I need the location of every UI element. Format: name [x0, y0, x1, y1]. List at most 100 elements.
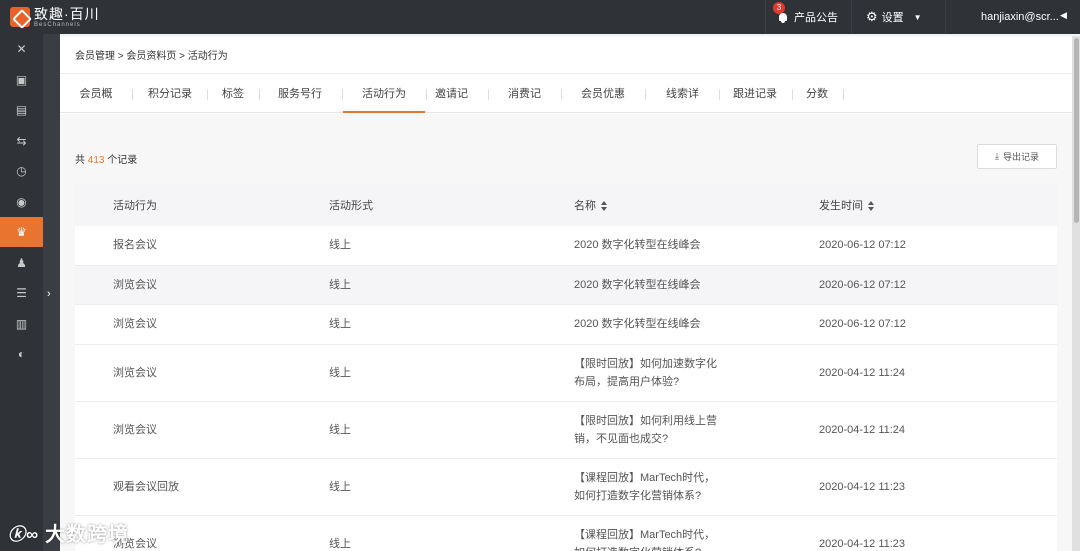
- user-email: hanjiaxin@scr...: [981, 11, 1059, 23]
- announcements-button[interactable]: 产品公告: [778, 0, 838, 34]
- target-icon: ◉: [16, 194, 27, 209]
- document-icon: ▤: [15, 103, 28, 117]
- monitor-icon: ▣: [15, 72, 28, 87]
- watermark-text: 大数跨境: [45, 523, 130, 546]
- tab-divider: [207, 89, 208, 100]
- download-icon: ⤓: [995, 151, 999, 161]
- nav-item-target[interactable]: ◉: [0, 187, 43, 217]
- table-row[interactable]: 浏览会议线上【课程回放】MarTech时代，如何打造数字化营销体系?2020-0…: [75, 515, 1057, 551]
- tab-bar: 会员概况积分记录标签服务号行为活动行为邀请记录消费记录会员优惠券线索详情跟进记录…: [60, 73, 1072, 140]
- sort-icon[interactable]: [601, 201, 608, 212]
- logo-mark-icon: [10, 7, 30, 27]
- nav-item-crown[interactable]: ♛: [0, 217, 43, 247]
- palette-icon: ◐: [17, 347, 26, 361]
- expand-right-icon[interactable]: ›: [47, 288, 51, 300]
- nav-item-document[interactable]: ▤: [0, 95, 43, 125]
- clock-icon: ◷: [16, 164, 27, 178]
- cell-form: 线上: [291, 458, 536, 516]
- tab-8[interactable]: 线索详情: [661, 74, 704, 140]
- app-logo[interactable]: 致趣·百川 BesChannels: [10, 6, 100, 28]
- tab-6[interactable]: 消费记录: [503, 74, 546, 140]
- collapse-left-icon[interactable]: ◀: [1060, 10, 1067, 21]
- content-area: 共 413 个记录 ⤓ 导出记录 活动行为 活动形式 名称 发生时间 报名会议线…: [60, 114, 1072, 551]
- cell-name: 2020 数字化转型在线峰会: [536, 265, 781, 305]
- tab-1[interactable]: 积分记录: [148, 74, 192, 113]
- cell-time: 2020-04-12 11:23: [781, 458, 1057, 516]
- cell-name: 2020 数字化转型在线峰会: [536, 226, 781, 266]
- column-header-time[interactable]: 发生时间: [781, 184, 1057, 226]
- tab-divider: [645, 89, 646, 100]
- table-row[interactable]: 浏览会议 线上 【限时回放】如何利用线上营销，不见面也成交? 2020-04-12 1…: [75, 401, 1057, 459]
- cell-time: 2020-06-12 07:12: [781, 226, 1057, 266]
- table-row[interactable]: 报名会议 线上 2020 数字化转型在线峰会 2020-06-12 07:12: [75, 226, 1057, 266]
- bar-chart-icon: ▥: [15, 316, 28, 331]
- table-row[interactable]: 浏览会议 线上 【限时回放】如何加速数字化布局，提高用户体验? 2020-04-12 …: [75, 344, 1057, 402]
- tab-7[interactable]: 会员优惠券: [576, 74, 630, 140]
- nav-item-database[interactable]: ☰: [0, 278, 43, 308]
- nav-item-users[interactable]: ♟: [0, 248, 43, 278]
- announcements-label: 产品公告: [794, 12, 838, 24]
- activity-table: 活动行为 活动形式 名称 发生时间 报名会议 线上 2020 数字化转型在线峰会 20…: [75, 184, 1057, 551]
- cell-name: 【限时回放】如何加速数字化布局，提高用户体验?: [536, 344, 781, 402]
- record-count-number: 413: [87, 155, 105, 166]
- cell-form: 线上: [291, 401, 536, 459]
- watermark-logo-icon: ⓚ∞: [8, 524, 40, 544]
- cell-time: 2020-04-12 11:24: [781, 401, 1057, 459]
- nav-item-flow[interactable]: ⇆: [0, 126, 43, 156]
- record-count-prefix: 共: [75, 155, 85, 166]
- tab-10[interactable]: 分数: [806, 74, 828, 113]
- tab-9[interactable]: 跟进记录: [733, 74, 777, 113]
- cell-time: 2020-04-12 11:24: [781, 344, 1057, 402]
- tab-divider: [792, 89, 793, 100]
- tab-4[interactable]: 活动行为: [343, 74, 425, 113]
- gear-icon: ⚙: [866, 9, 878, 24]
- tab-divider: [719, 89, 720, 100]
- cell-form: 线上: [291, 515, 536, 551]
- scrollbar-thumb[interactable]: [1074, 38, 1079, 223]
- cell-name: 【课程回放】MarTech时代，如何打造数字化营销体系?: [536, 515, 781, 551]
- crown-icon: ♛: [16, 225, 27, 239]
- column-header-action: 活动行为: [75, 184, 291, 226]
- table-row[interactable]: 浏览会议 线上 2020 数字化转型在线峰会 2020-06-12 07:12: [75, 265, 1057, 305]
- cell-form: 线上: [291, 265, 536, 305]
- breadcrumb: 会员管理 > 会员资料页 > 活动行为: [75, 51, 228, 62]
- cell-action: 浏览会议: [75, 265, 291, 305]
- side-nav: ✕ ▣ ▤ ⇆ ◷ ◉ ♛ ♟ ☰ ▥ ◐: [0, 34, 43, 551]
- export-records-button[interactable]: ⤓ 导出记录: [977, 144, 1057, 169]
- settings-dropdown[interactable]: ⚙ 设置 ▼: [866, 0, 922, 34]
- nav-item-bar-chart[interactable]: ▥: [0, 309, 43, 339]
- table-row[interactable]: 浏览会议 线上 2020 数字化转型在线峰会 2020-06-12 07:12: [75, 304, 1057, 345]
- cell-time: 2020-04-12 11:23: [781, 515, 1057, 551]
- nav-item-monitor[interactable]: ▣: [0, 65, 43, 95]
- cell-time: 2020-06-12 07:12: [781, 304, 1057, 345]
- cell-form: 线上: [291, 304, 536, 345]
- settings-label: 设置: [881, 12, 904, 24]
- tab-divider: [259, 89, 260, 100]
- column-header-name[interactable]: 名称: [536, 184, 781, 226]
- nav-item-clock[interactable]: ◷: [0, 156, 43, 186]
- tab-2[interactable]: 标签: [222, 74, 244, 113]
- cell-name: 【限时回放】如何利用线上营销，不见面也成交?: [536, 401, 781, 459]
- nav-expand-strip[interactable]: [43, 34, 60, 551]
- tab-divider: [488, 89, 489, 100]
- caret-down-icon: ▼: [913, 12, 922, 22]
- record-count: 共 413 个记录: [75, 151, 137, 166]
- cell-action: 浏览会议: [75, 344, 291, 402]
- logo-subtitle: BesChannels: [34, 21, 81, 28]
- cell-action: 报名会议: [75, 226, 291, 266]
- tab-5[interactable]: 邀请记录: [430, 74, 473, 140]
- logo-title: 致趣·百川: [34, 5, 100, 22]
- nav-item-tools[interactable]: ✕: [0, 34, 43, 64]
- cell-name: 2020 数字化转型在线峰会: [536, 304, 781, 345]
- cell-form: 线上: [291, 344, 536, 402]
- nav-item-palette[interactable]: ◐: [0, 339, 43, 369]
- tab-3[interactable]: 服务号行为: [273, 74, 327, 140]
- watermark: ⓚ∞ 大数跨境: [8, 518, 129, 546]
- tools-icon: ✕: [16, 42, 27, 56]
- tab-0[interactable]: 会员概况: [75, 74, 117, 140]
- column-header-form: 活动形式: [291, 184, 536, 226]
- user-menu[interactable]: hanjiaxin@scr...: [981, 0, 1059, 34]
- table-row[interactable]: 观看会议回放 线上 【课程回放】MarTech时代，如何打造数字化营销体系? 2020…: [75, 458, 1057, 516]
- sort-icon[interactable]: [868, 201, 875, 212]
- main-panel: 会员管理 > 会员资料页 > 活动行为 会员概况积分记录标签服务号行为活动行为邀…: [60, 36, 1072, 551]
